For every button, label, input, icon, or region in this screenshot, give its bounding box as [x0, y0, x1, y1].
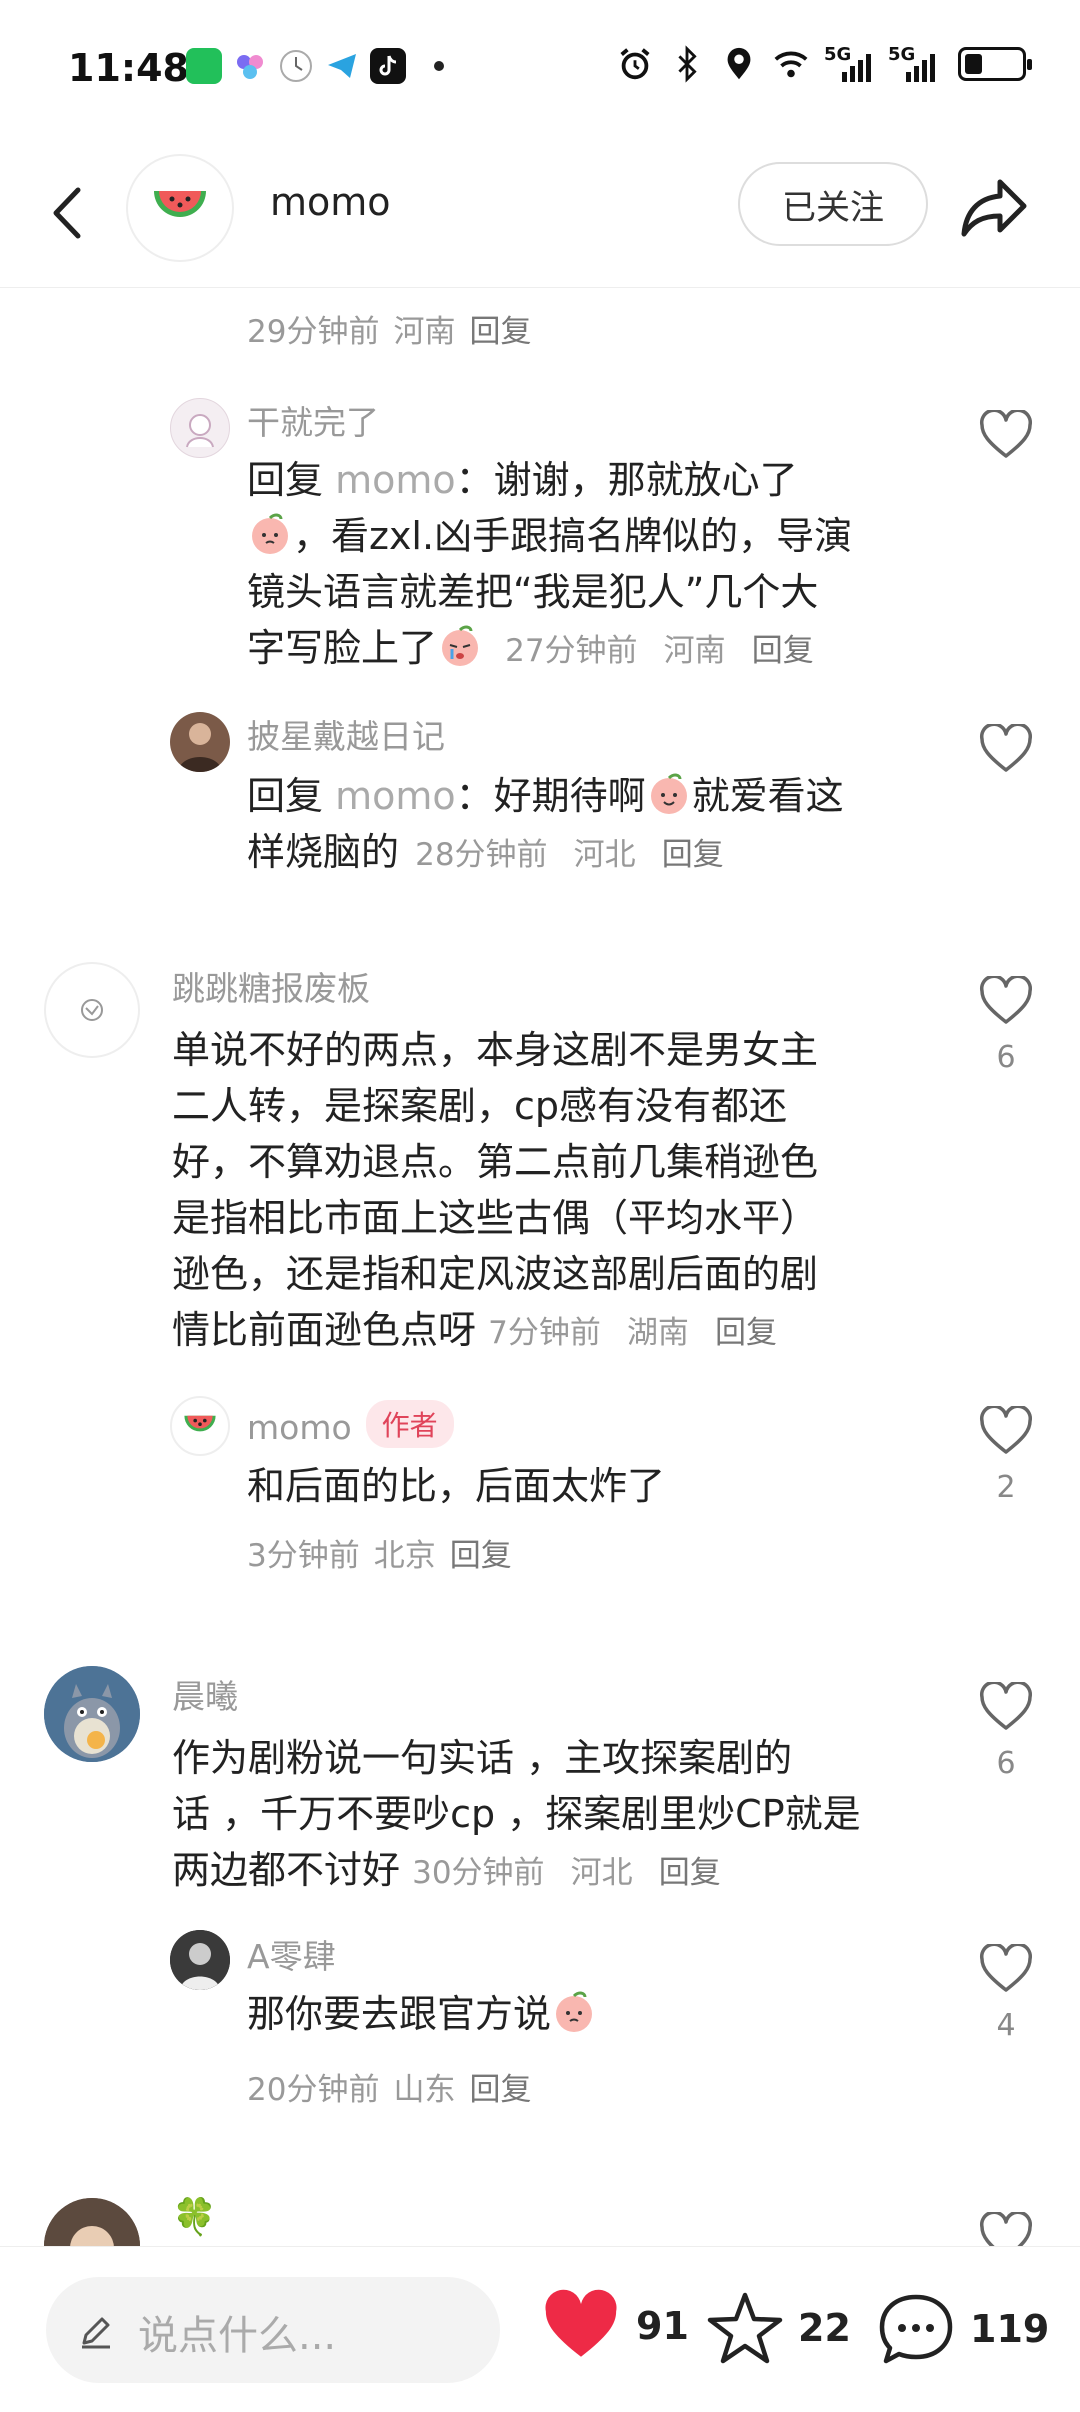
- avatar[interactable]: [44, 1666, 140, 1762]
- reply-link[interactable]: 回复: [662, 837, 724, 873]
- telegram-icon: [328, 54, 356, 78]
- like-count: 2: [996, 1470, 1016, 1505]
- comment-meta: 3分钟前 北京 回复: [247, 1538, 512, 1574]
- heart-filled-icon: [545, 2289, 617, 2357]
- reply-link[interactable]: 回复: [752, 633, 814, 669]
- comment-meta: 20分钟前 山东 回复: [247, 2072, 532, 2108]
- avatar[interactable]: [170, 398, 230, 458]
- signal-1-icon: 5G: [824, 44, 874, 84]
- commenter-name[interactable]: 干就完了: [247, 396, 379, 444]
- reply-link[interactable]: 回复: [469, 2072, 531, 2108]
- comment-text: 回复 momo：谢谢，那就放心了 ，看zxl.凶手跟搞名牌似的，导演 镜头语言就…: [247, 458, 853, 670]
- reply-link[interactable]: 回复: [715, 1315, 777, 1351]
- comment-text: 回复 momo：好期待啊 就爱看这 样烧脑的 28分钟前 河北 回复: [247, 768, 947, 883]
- peach-emoji-icon: [556, 1991, 593, 2032]
- star-total: 22: [798, 2306, 851, 2350]
- status-bar: 11:48 5G 5G: [0, 0, 1080, 140]
- watermelon-icon: [154, 191, 206, 217]
- like-heart-icon[interactable]: [978, 724, 1034, 774]
- more-notifications-dot: [434, 61, 444, 71]
- notification-icons: [186, 48, 444, 84]
- comment-input[interactable]: 说点什么...: [46, 2277, 500, 2383]
- avatar[interactable]: [170, 1930, 230, 1990]
- pen-icon: [82, 2317, 110, 2349]
- app-flower-icon: [237, 55, 263, 79]
- crying-emoji-icon: [442, 625, 479, 666]
- comment-placeholder: 说点什么...: [138, 2313, 337, 2359]
- share-icon[interactable]: [956, 170, 1032, 246]
- clock-app-icon: [280, 50, 312, 82]
- commenter-name[interactable]: 🍀: [172, 2196, 217, 2238]
- like-button[interactable]: 91: [540, 2289, 689, 2363]
- avatar[interactable]: [44, 962, 140, 1058]
- like-count: 6: [996, 1040, 1016, 1075]
- iqiyi-icon: [186, 48, 222, 84]
- reply-link[interactable]: 回复: [450, 1538, 512, 1574]
- like-heart-icon[interactable]: [978, 410, 1034, 460]
- collect-button[interactable]: 22: [706, 2289, 851, 2367]
- comment-text: 那你要去跟官方说: [247, 1986, 597, 2042]
- avatar[interactable]: [170, 1396, 230, 1456]
- top-nav-bar: momo 已关注: [0, 140, 1080, 288]
- comment-bubble-icon: [879, 2294, 953, 2364]
- avatar[interactable]: [170, 712, 230, 772]
- wifi-icon: [774, 51, 808, 78]
- tiktok-icon: [370, 48, 406, 84]
- peach-emoji-icon: [252, 513, 288, 554]
- like-heart-icon[interactable]: [978, 1406, 1034, 1456]
- comment-text: 作为剧粉说一句实话 ，主攻探案剧的 话 ，千万不要吵cp ，探案剧里炒CP就是 …: [172, 1736, 861, 1892]
- bluetooth-icon: [678, 45, 697, 83]
- commenter-name[interactable]: 晨曦: [172, 1670, 238, 1718]
- bottom-action-bar: 说点什么... 91 22 119: [0, 2246, 1080, 2412]
- following-button[interactable]: 已关注: [738, 162, 928, 246]
- comment-total: 119: [970, 2307, 1050, 2351]
- commenter-name[interactable]: 跳跳糖报废板: [172, 962, 370, 1010]
- like-heart-icon[interactable]: [978, 1944, 1034, 1994]
- comment-text: 单说不好的两点，本身这剧不是男女主 二人转，是探案剧，cp感有没有都还 好，不算…: [172, 1028, 819, 1352]
- comment-meta: 29分钟前 河南 回复: [247, 314, 532, 350]
- commenter-name: momo 作者: [247, 1400, 454, 1448]
- reply-link[interactable]: 回复: [659, 1855, 721, 1891]
- battery-level: [965, 54, 982, 74]
- commenter-name[interactable]: 披星戴越日记: [247, 710, 445, 758]
- like-heart-icon[interactable]: [978, 976, 1034, 1026]
- author-badge: 作者: [365, 1400, 454, 1448]
- signal-2-icon: 5G: [888, 44, 938, 84]
- like-total: 91: [636, 2304, 689, 2348]
- battery-icon: [958, 47, 1032, 81]
- alarm-icon: [620, 48, 650, 80]
- author-avatar[interactable]: [126, 154, 234, 262]
- like-count: 6: [996, 1746, 1016, 1781]
- author-name[interactable]: momo: [270, 180, 391, 224]
- system-icons: 5G 5G: [616, 44, 1032, 84]
- location-icon: [727, 47, 751, 80]
- comment-button[interactable]: 119: [876, 2289, 1049, 2369]
- star-icon: [707, 2292, 783, 2364]
- like-count: 4: [996, 2008, 1016, 2043]
- like-heart-icon[interactable]: [978, 1682, 1034, 1732]
- peach-emoji-icon: [650, 773, 687, 814]
- commenter-name[interactable]: A零肆: [247, 1930, 336, 1978]
- status-time: 11:48: [68, 46, 189, 90]
- comment-text: 和后面的比，后面太炸了: [247, 1464, 666, 1508]
- reply-link[interactable]: 回复: [469, 314, 531, 350]
- back-arrow-icon[interactable]: [38, 178, 98, 248]
